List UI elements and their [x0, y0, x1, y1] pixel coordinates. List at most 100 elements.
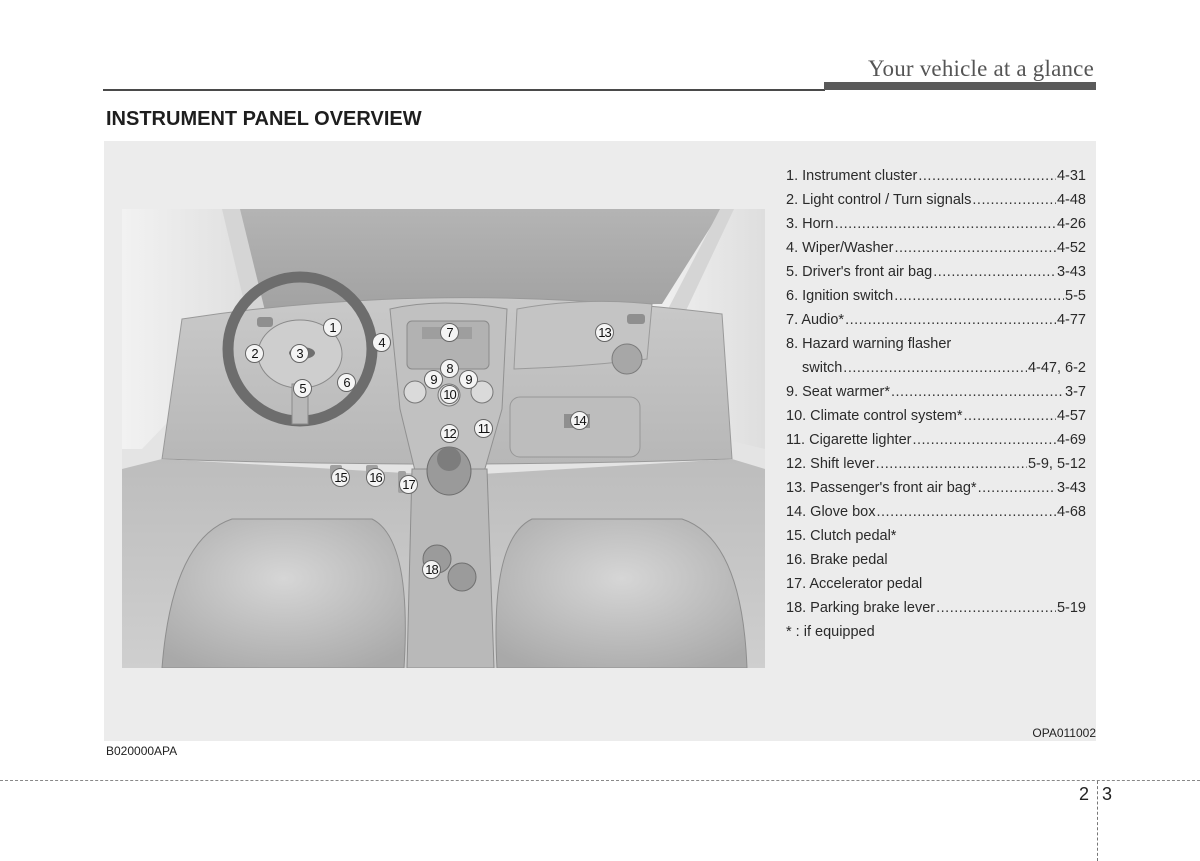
leader-dots [972, 192, 1056, 208]
legend-page-ref: 4-26 [1056, 216, 1086, 232]
leader-dots [978, 480, 1056, 496]
chapter-number: 2 [1079, 784, 1090, 804]
legend-item: 11. Cigarette lighter 4-69 [786, 432, 1086, 456]
leader-dots [876, 456, 1027, 472]
legend-label: 5. Driver's front air bag [786, 264, 933, 280]
legend-label: switch [802, 360, 843, 376]
legend-item-continuation: switch 4-47, 6-2 [786, 360, 1086, 384]
legend-item: 17. Accelerator pedal [786, 576, 1086, 600]
page-title: INSTRUMENT PANEL OVERVIEW [106, 108, 422, 130]
leader-dots [843, 360, 1027, 376]
side-vent-round [611, 343, 643, 375]
legend-label: 16. Brake pedal [786, 552, 888, 568]
leader-dots [835, 216, 1056, 232]
leader-dots [894, 240, 1056, 256]
chapter-header-title: Your vehicle at a glance [868, 56, 1094, 81]
legend-page-ref: 4-52 [1056, 240, 1086, 256]
legend-item: 3. Horn 4-26 [786, 216, 1086, 240]
figure-code: B020000APA [106, 744, 178, 758]
legend-label: 2. Light control / Turn signals [786, 192, 972, 208]
legend-item: 2. Light control / Turn signals 4-48 [786, 192, 1086, 216]
callout-7: 7 [440, 323, 459, 342]
callout-11: 11 [474, 419, 493, 438]
legend-item: 14. Glove box 4-68 [786, 504, 1086, 528]
callout-3: 3 [290, 344, 309, 363]
windshield [237, 209, 722, 309]
leader-dots [963, 408, 1055, 424]
leader-dots [876, 504, 1055, 520]
legend-item: 18. Parking brake lever 5-19 [786, 600, 1086, 624]
callout-15: 15 [331, 468, 350, 487]
callout-4: 4 [372, 333, 391, 352]
legend-page-ref: 3-43 [1056, 480, 1086, 496]
legend-page-ref: 4-31 [1056, 168, 1086, 184]
legend-page-ref: 4-47, 6-2 [1027, 360, 1086, 376]
callout-18: 18 [422, 560, 441, 579]
legend-footnote: * : if equipped [786, 624, 1086, 648]
component-legend: 1. Instrument cluster 4-31 2. Light contr… [786, 168, 1086, 648]
callout-9-left: 9 [424, 370, 443, 389]
leader-dots [845, 312, 1056, 328]
legend-item: 5. Driver's front air bag 3-43 [786, 264, 1086, 288]
legend-label: 1. Instrument cluster [786, 168, 918, 184]
leader-dots [912, 432, 1056, 448]
legend-label: 12. Shift lever [786, 456, 875, 472]
legend-item: 6. Ignition switch 5-5 [786, 288, 1086, 312]
legend-page-ref: 3-43 [1056, 264, 1086, 280]
legend-label: 4. Wiper/Washer [786, 240, 894, 256]
climate-knob-left [403, 380, 427, 404]
legend-item: 13. Passenger's front air bag* 3-43 [786, 480, 1086, 504]
legend-label: 6. Ignition switch [786, 288, 894, 304]
legend-item: 4. Wiper/Washer 4-52 [786, 240, 1086, 264]
callout-8: 8 [440, 359, 459, 378]
legend-label: 14. Glove box [786, 504, 876, 520]
legend-page-ref: 4-77 [1056, 312, 1086, 328]
legend-item: 1. Instrument cluster 4-31 [786, 168, 1086, 192]
legend-page-ref: 5-19 [1056, 600, 1086, 616]
legend-page-ref: 3-7 [1065, 384, 1086, 400]
callout-2: 2 [245, 344, 264, 363]
legend-page-ref: 4-48 [1056, 192, 1086, 208]
leader-dots [936, 600, 1056, 616]
legend-label: 7. Audio* [786, 312, 845, 328]
passenger-seat [495, 518, 748, 668]
callout-12: 12 [440, 424, 459, 443]
legend-page-ref: 5-5 [1065, 288, 1086, 304]
callout-1: 1 [323, 318, 342, 337]
leader-dots [894, 288, 1064, 304]
legend-label: 3. Horn [786, 216, 834, 232]
callout-14: 14 [570, 411, 589, 430]
legend-item: 10. Climate control system* 4-57 [786, 408, 1086, 432]
legend-label: 17. Accelerator pedal [786, 576, 923, 592]
legend-label: 11. Cigarette lighter [786, 432, 912, 448]
callout-17: 17 [399, 475, 418, 494]
cup-holder-2 [447, 562, 477, 592]
left-vent [257, 317, 273, 327]
callout-6: 6 [337, 373, 356, 392]
legend-page-ref: 5-9, 5-12 [1027, 456, 1086, 472]
legend-label: 9. Seat warmer* [786, 384, 890, 400]
leader-dots [918, 168, 1056, 184]
callout-5: 5 [293, 379, 312, 398]
leader-dots [891, 384, 1064, 400]
legend-item: 8. Hazard warning flasher [786, 336, 1086, 360]
footnote-text: * : if equipped [786, 624, 875, 640]
legend-item: 16. Brake pedal [786, 552, 1086, 576]
callout-16: 16 [366, 468, 385, 487]
footer-dashed-rule [0, 780, 1200, 781]
legend-item: 7. Audio* 4-77 [786, 312, 1086, 336]
legend-label: 8. Hazard warning flasher [786, 336, 952, 352]
legend-item: 15. Clutch pedal* [786, 528, 1086, 552]
callout-9-right: 9 [459, 370, 478, 389]
legend-label: 13. Passenger's front air bag* [786, 480, 977, 496]
header-rule-thick [824, 82, 1096, 90]
legend-page-ref: 4-68 [1056, 504, 1086, 520]
legend-label: 18. Parking brake lever [786, 600, 936, 616]
shift-knob [437, 447, 461, 471]
callout-13: 13 [595, 323, 614, 342]
footer-dashed-divider [1097, 781, 1098, 861]
leader-dots [933, 264, 1056, 280]
legend-label: 10. Climate control system* [786, 408, 963, 424]
legend-item: 9. Seat warmer* 3-7 [786, 384, 1086, 408]
legend-page-ref: 4-57 [1056, 408, 1086, 424]
